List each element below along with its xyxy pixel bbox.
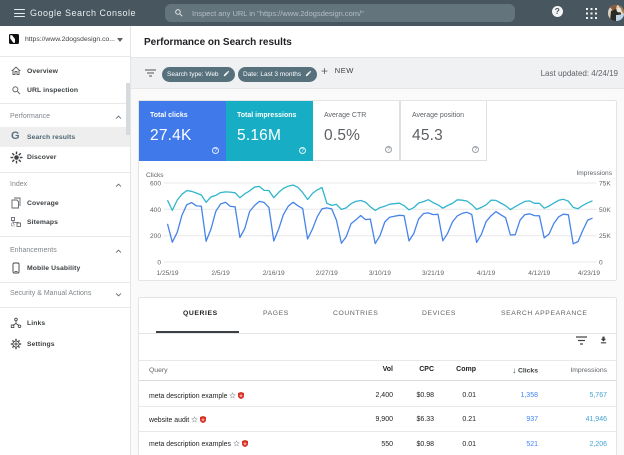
- svg-text:50K: 50K: [599, 207, 611, 214]
- svg-text:75K: 75K: [599, 181, 611, 188]
- svg-text:3/10/19: 3/10/19: [369, 270, 391, 277]
- svg-text:0: 0: [599, 260, 603, 267]
- svg-text:Impressions: Impressions: [576, 170, 612, 177]
- svg-text:400: 400: [150, 207, 161, 214]
- svg-text:0: 0: [157, 260, 161, 267]
- svg-text:25K: 25K: [599, 233, 611, 240]
- svg-text:600: 600: [150, 181, 161, 188]
- svg-text:2/16/19: 2/16/19: [263, 270, 285, 277]
- svg-text:2/5/19: 2/5/19: [211, 270, 230, 277]
- svg-text:200: 200: [150, 233, 161, 240]
- svg-text:1/25/19: 1/25/19: [157, 270, 179, 277]
- svg-text:4/12/19: 4/12/19: [528, 270, 550, 277]
- svg-text:Clicks: Clicks: [146, 172, 164, 179]
- svg-text:3/21/19: 3/21/19: [422, 270, 444, 277]
- svg-text:4/1/19: 4/1/19: [477, 270, 496, 277]
- svg-text:4/23/19: 4/23/19: [578, 270, 600, 277]
- svg-text:2/27/19: 2/27/19: [316, 270, 338, 277]
